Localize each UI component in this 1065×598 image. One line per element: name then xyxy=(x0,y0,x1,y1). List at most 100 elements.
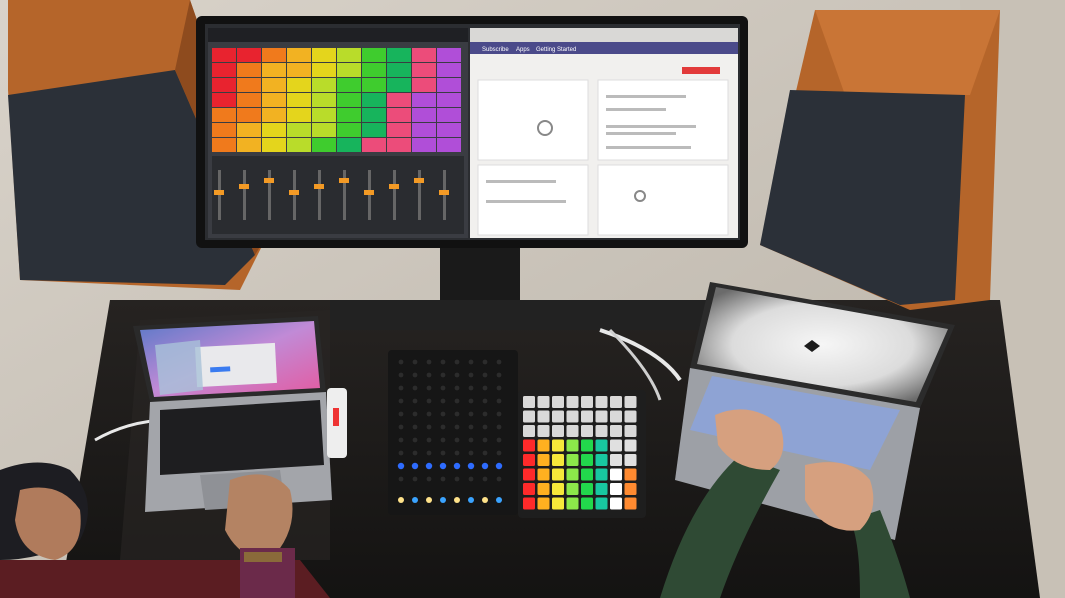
mixer-fader-knob xyxy=(414,178,424,183)
mixer-fader-track xyxy=(343,170,346,220)
clip-slot xyxy=(412,63,436,77)
grid-led xyxy=(426,398,432,404)
grid-knob-led xyxy=(482,497,488,503)
clip-slot xyxy=(412,108,436,122)
daw-toolbar xyxy=(208,28,468,42)
grid-led xyxy=(482,437,488,443)
clip-slot xyxy=(237,48,261,62)
launchpad-pad xyxy=(624,425,637,437)
mixer-fader-track xyxy=(393,170,396,220)
launchpad-pad xyxy=(581,425,593,437)
clip-slot xyxy=(387,63,411,77)
grid-led xyxy=(426,411,432,417)
clip-slot xyxy=(237,108,261,122)
daw-session-view xyxy=(208,28,468,238)
clip-slot xyxy=(287,108,311,122)
grid-led xyxy=(482,372,488,378)
grid-led xyxy=(454,398,460,404)
clip-slot xyxy=(212,48,236,62)
grid-led xyxy=(398,398,404,404)
clip-slot xyxy=(437,63,461,77)
launchpad-pad xyxy=(537,483,550,495)
grid-led xyxy=(496,385,502,391)
launchpad-pad xyxy=(566,439,579,452)
browser-tab-2[interactable]: Apps xyxy=(516,47,530,53)
grid-led xyxy=(440,411,446,417)
launchpad-pad xyxy=(610,497,622,510)
clip-slot xyxy=(312,48,336,62)
grid-led xyxy=(440,385,446,391)
grid-led xyxy=(454,359,460,365)
grid-led xyxy=(440,437,446,443)
launchpad-pad xyxy=(610,439,622,452)
launchpad-pad xyxy=(552,410,564,423)
clip-slot xyxy=(437,138,461,152)
launchpad-pad xyxy=(581,396,593,408)
grid-led xyxy=(496,411,502,417)
browser-tab-1[interactable]: Subscribe xyxy=(482,47,509,53)
clip-slot xyxy=(262,48,286,62)
mixer-fader-knob xyxy=(339,178,349,183)
launchpad-pad xyxy=(552,396,564,408)
launchpad-pad xyxy=(581,497,593,510)
clip-slot xyxy=(212,138,236,152)
grid-led xyxy=(440,372,446,378)
grid-led xyxy=(398,359,404,365)
launchpad-pad xyxy=(523,410,535,423)
clip-slot xyxy=(237,138,261,152)
launchpad-pad xyxy=(566,497,579,510)
grid-led-lit xyxy=(425,462,433,470)
launchpad-pad xyxy=(595,468,608,481)
grid-led xyxy=(426,385,432,391)
grid-led xyxy=(398,411,404,417)
launchpad-pad xyxy=(552,439,564,452)
browser-red-button[interactable] xyxy=(682,67,720,74)
clip-slot xyxy=(387,123,411,137)
studio-photo: Subscribe Apps Getting Started xyxy=(0,0,1065,598)
grid-led xyxy=(454,385,460,391)
launchpad-pad xyxy=(552,454,564,466)
clip-slot xyxy=(287,93,311,107)
grid-led-lit xyxy=(411,462,419,470)
grid-led xyxy=(412,450,418,456)
mixer-fader-knob xyxy=(214,190,224,195)
grid-knob-led xyxy=(398,497,404,503)
launchpad-pad xyxy=(537,454,550,466)
clip-slot xyxy=(212,123,236,137)
grid-led xyxy=(482,385,488,391)
grid-led xyxy=(468,411,474,417)
grid-led xyxy=(412,437,418,443)
clip-slot xyxy=(412,48,436,62)
launchpad-pad xyxy=(523,454,535,466)
clip-slot xyxy=(262,63,286,77)
launchpad-pad xyxy=(624,439,637,452)
launchpad-pad xyxy=(552,483,564,495)
launchpad-pad xyxy=(566,454,579,466)
clip-slot xyxy=(437,93,461,107)
grid-led xyxy=(440,359,446,365)
clip-slot xyxy=(437,123,461,137)
clip-slot xyxy=(362,48,386,62)
grid-led xyxy=(426,450,432,456)
clip-slot xyxy=(362,63,386,77)
clip-slot xyxy=(262,78,286,92)
launchpad-pad xyxy=(552,468,564,481)
browser-tab-3[interactable]: Getting Started xyxy=(536,47,576,53)
clip-slot xyxy=(362,123,386,137)
grid-led xyxy=(426,424,432,430)
launchpad-pad xyxy=(523,483,535,495)
clip-slot xyxy=(362,78,386,92)
grid-led xyxy=(454,476,460,482)
grid-led-lit xyxy=(495,462,503,470)
studio-illustration: Subscribe Apps Getting Started xyxy=(0,0,1065,598)
clip-slot xyxy=(412,78,436,92)
clip-slot xyxy=(437,78,461,92)
clip-slot xyxy=(287,78,311,92)
grid-led xyxy=(412,398,418,404)
clip-slot xyxy=(337,78,361,92)
clip-slot xyxy=(362,108,386,122)
grid-led xyxy=(482,424,488,430)
grid-led xyxy=(468,385,474,391)
clip-slot xyxy=(212,63,236,77)
launchpad-pad xyxy=(610,425,622,437)
